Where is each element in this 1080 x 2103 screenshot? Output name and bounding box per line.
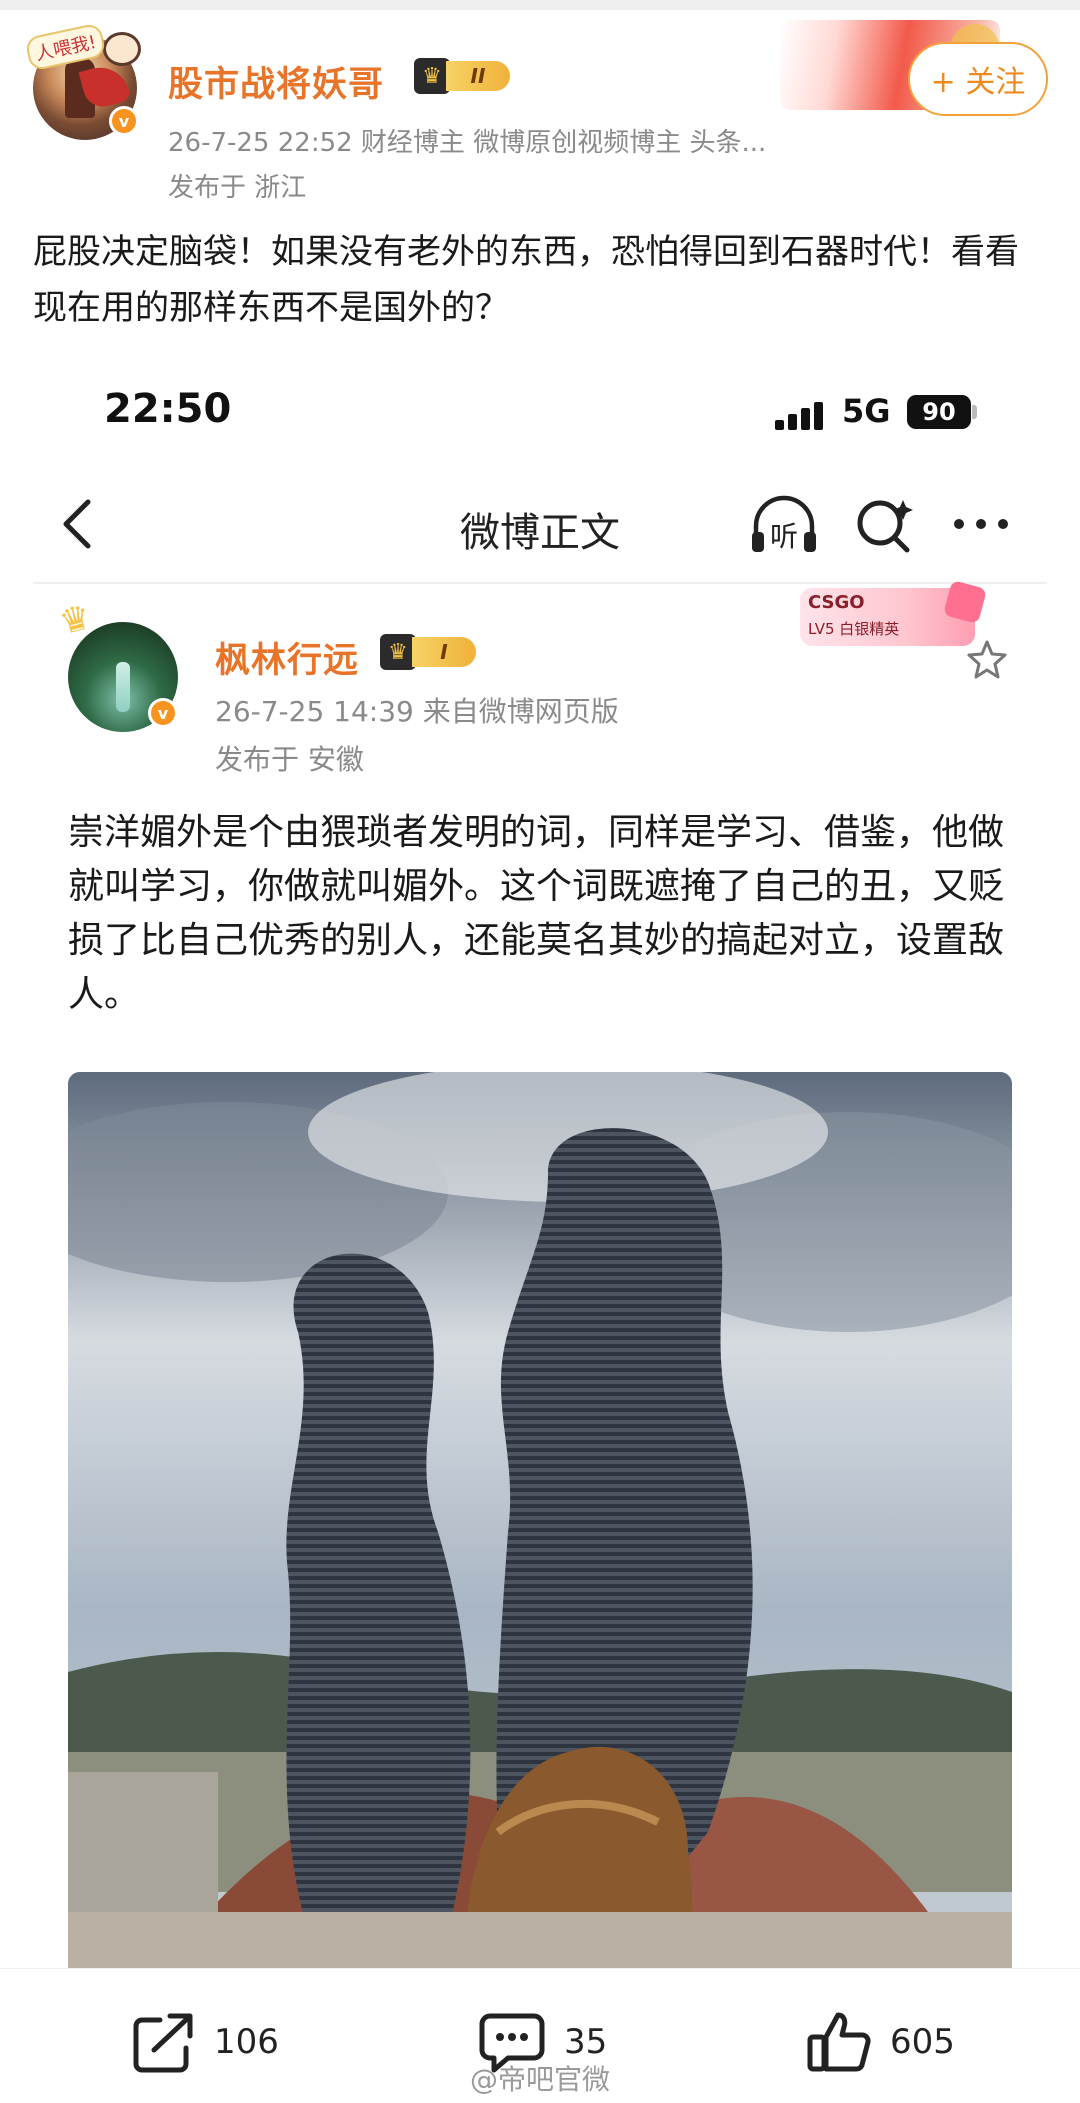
avatar-waterfall xyxy=(116,662,130,712)
post-text: 屁股决定脑袋！如果没有老外的东西，恐怕得回到石器时代！看看现在用的那样东西不是国… xyxy=(33,232,1019,328)
share-count: 106 xyxy=(214,2022,279,2062)
inner-author-avatar[interactable]: v xyxy=(68,622,178,732)
post-location: 发布于 浙江 xyxy=(168,173,307,203)
author-name[interactable]: 股市战将妖哥 xyxy=(168,56,384,107)
inner-post-text: 崇洋媚外是个由猥琐者发明的词，同样是学习、借鉴，他做就叫学习，你做就叫媚外。这个… xyxy=(68,812,1005,1015)
inner-author-name[interactable]: 枫林行远 xyxy=(215,632,359,683)
inner-level-text: I xyxy=(412,637,476,667)
crown-icon: ♛ xyxy=(414,58,450,94)
fan-badge-level: LV5 白银精英 xyxy=(808,620,900,638)
gift-icon xyxy=(942,579,988,625)
nav-title: 微博正文 xyxy=(460,510,620,556)
verified-badge-icon: v xyxy=(109,106,139,136)
header-divider xyxy=(33,582,1047,584)
thumbs-up-icon xyxy=(807,2012,871,2072)
favorite-star-icon[interactable] xyxy=(965,638,1009,682)
inner-crown-icon: ♛ xyxy=(380,634,416,670)
listen-headphones-icon[interactable]: 听 xyxy=(748,494,820,556)
level-text: II xyxy=(446,61,510,91)
inner-post-location: 发布于 安徽 xyxy=(215,743,364,776)
share-icon xyxy=(133,2013,193,2073)
share-button[interactable]: 106 xyxy=(130,2010,279,2074)
watermark: @帝吧官微 xyxy=(470,2063,611,2096)
author-avatar[interactable]: 人喂我! v xyxy=(24,22,141,140)
battery-tip xyxy=(972,405,977,419)
inner-verified-badge-icon: v xyxy=(148,698,178,728)
top-strip xyxy=(0,0,1080,10)
signal-icon xyxy=(775,400,827,430)
listen-label: 听 xyxy=(770,520,798,553)
avatar-dog-sticker xyxy=(103,32,141,66)
post-image-drawing xyxy=(68,1072,1012,1972)
comment-count: 35 xyxy=(564,2022,608,2062)
fan-badge[interactable]: CSGO LV5 白银精英 xyxy=(800,579,988,646)
like-count: 605 xyxy=(890,2022,955,2062)
battery-icon: 90 xyxy=(907,395,971,429)
fan-badge-game: CSGO xyxy=(808,592,865,613)
inner-level-badge: ♛ I xyxy=(380,634,480,670)
inner-post-meta: 26-7-25 14:39 来自微博网页版 xyxy=(215,695,619,728)
post-image[interactable] xyxy=(68,1072,1012,1972)
avatar-sticker-text: 人喂我! xyxy=(24,22,107,72)
author-level-badge: ♛ II xyxy=(414,58,514,94)
network-type: 5G xyxy=(842,392,891,430)
post-meta: 26-7-25 22:52 财经博主 微博原创视频博主 头条... xyxy=(168,128,767,158)
status-bar-time: 22:50 xyxy=(104,386,232,432)
follow-button[interactable]: + 关注 xyxy=(908,42,1048,116)
search-icon[interactable] xyxy=(853,494,915,556)
like-button[interactable]: 605 xyxy=(806,2010,955,2074)
more-icon[interactable] xyxy=(950,512,1012,536)
